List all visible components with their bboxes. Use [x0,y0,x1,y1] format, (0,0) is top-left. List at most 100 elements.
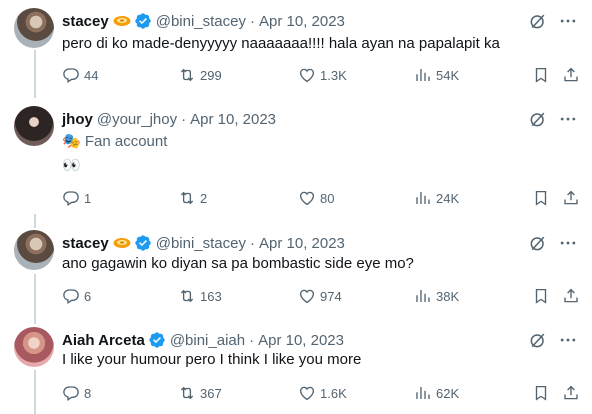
tweet-text: pero di ko made-denyyyyy naaaaaaa!!!! ha… [62,35,500,52]
like-icon [299,191,315,206]
like-count: 974 [320,288,342,304]
verified-icon [135,235,151,251]
separator-dot: · [181,110,187,128]
avatar[interactable] [14,230,54,270]
like-button[interactable]: 1.6K [298,383,347,403]
like-button[interactable]: 1.3K [298,65,347,85]
like-button[interactable]: 80 [298,188,334,208]
tweet[interactable]: stacey @bini_stacey · Apr 10, 2023 ano g… [0,230,592,315]
tweet-actions: 1 2 80 24K [0,188,592,208]
bookmark-button[interactable] [532,383,550,403]
share-icon [564,288,578,303]
tweet-text: I like your humour pero I think I like y… [62,351,362,368]
views-icon [416,290,430,302]
author-name[interactable]: stacey [62,235,109,252]
separator-dot: · [250,234,255,252]
like-count: 1.6K [320,385,347,401]
reply-button[interactable]: 44 [62,65,98,85]
avatar[interactable] [14,327,54,367]
views-button[interactable]: 54K [414,65,459,85]
bio-text: Fan account [84,133,168,150]
share-icon [564,67,578,82]
disc-badge-icon [113,16,131,26]
views-count: 62K [436,385,460,401]
tweet[interactable]: stacey @bini_stacey · Apr 10, 2023 pero … [0,8,592,93]
author-name[interactable]: jhoy [62,111,93,128]
retweet-icon [180,386,194,400]
retweet-count: 299 [200,67,222,83]
tweet-date[interactable]: Apr 10, 2023 [258,332,344,349]
more-icon[interactable] [558,109,578,129]
views-button[interactable]: 24K [414,188,459,208]
tweet-text: 👀 [62,157,81,174]
bookmark-button[interactable] [532,65,550,85]
author-handle[interactable]: @bini_aiah [170,332,245,349]
reply-icon [63,289,79,304]
like-icon [299,386,315,401]
share-icon [564,190,578,205]
retweet-icon [180,68,194,82]
tweet-text: ano gagawin ko diyan sa pa bombastic sid… [62,255,414,272]
tweet-header: jhoy @your_jhoy · Apr 10, 2023 [62,109,276,129]
share-button[interactable] [562,188,580,208]
reply-icon [63,68,79,83]
tweet-date[interactable]: Apr 10, 2023 [259,13,345,30]
tweet-header: stacey @bini_stacey · Apr 10, 2023 [62,11,345,31]
author-name[interactable]: Aiah Arceta [62,332,145,349]
more-icon[interactable] [558,233,578,253]
bookmark-button[interactable] [532,188,550,208]
share-button[interactable] [562,383,580,403]
avatar[interactable] [14,8,54,48]
views-button[interactable]: 62K [414,383,459,403]
reply-count: 6 [84,288,92,304]
avatar[interactable] [14,106,54,146]
reply-button[interactable]: 1 [62,188,91,208]
tweet-header: Aiah Arceta @bini_aiah · Apr 10, 2023 [62,330,344,350]
tweet-date[interactable]: Apr 10, 2023 [190,111,276,128]
author-handle[interactable]: @bini_stacey [156,13,246,30]
reply-count: 1 [84,190,92,206]
reply-button[interactable]: 8 [62,383,91,403]
thread-line [34,214,36,228]
retweet-count: 367 [200,385,222,401]
bookmark-button[interactable] [532,286,550,306]
author-bio: 🎭 Fan account [62,132,167,152]
grok-icon[interactable] [528,109,548,129]
views-count: 54K [436,67,460,83]
retweet-button[interactable]: 299 [178,65,222,85]
tweet-actions: 6 163 974 38K [0,286,592,306]
share-button[interactable] [562,286,580,306]
bio-emoji: 🎭 [62,133,81,150]
retweet-button[interactable]: 367 [178,383,222,403]
retweet-icon [180,191,194,205]
views-button[interactable]: 38K [414,286,459,306]
reply-icon [63,386,79,401]
grok-icon[interactable] [528,233,548,253]
grok-icon[interactable] [528,330,548,350]
like-icon [299,289,315,304]
views-icon [416,192,430,204]
share-button[interactable] [562,65,580,85]
more-icon[interactable] [558,330,578,350]
retweet-button[interactable]: 2 [178,188,207,208]
like-icon [299,68,315,83]
like-count: 80 [320,190,335,206]
author-name[interactable]: stacey [62,13,109,30]
separator-dot: · [250,12,255,30]
reply-icon [63,191,79,206]
like-button[interactable]: 974 [298,286,342,306]
author-handle[interactable]: @bini_stacey [156,235,246,252]
bookmark-icon [535,190,547,206]
author-handle[interactable]: @your_jhoy [97,111,177,128]
tweet-date[interactable]: Apr 10, 2023 [259,235,345,252]
grok-icon[interactable] [528,11,548,31]
tweet[interactable]: jhoy @your_jhoy · Apr 10, 2023 🎭 Fan acc… [0,106,592,216]
verified-icon [135,13,151,29]
retweet-button[interactable]: 163 [178,286,222,306]
retweet-count: 163 [200,288,222,304]
bookmark-icon [535,67,547,83]
more-icon[interactable] [558,11,578,31]
reply-button[interactable]: 6 [62,286,91,306]
tweet[interactable]: Aiah Arceta @bini_aiah · Apr 10, 2023 I … [0,327,592,414]
views-count: 24K [436,190,460,206]
